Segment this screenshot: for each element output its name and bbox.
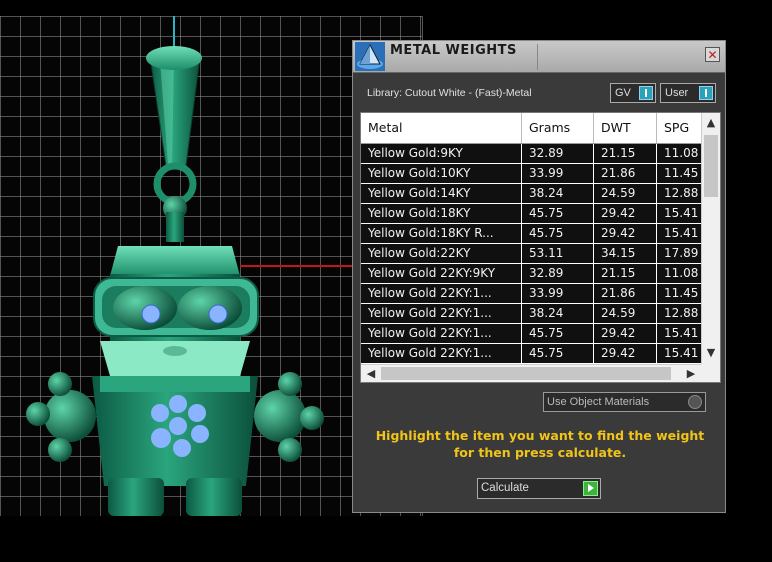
cell-metal: Yellow Gold:10KY xyxy=(361,164,522,183)
column-header-dwt[interactable]: DWT xyxy=(594,113,657,143)
vertical-scrollbar[interactable]: ▲ ▼ xyxy=(701,113,720,364)
use-object-materials-label: Use Object Materials xyxy=(547,396,650,408)
instructions-line-1: Highlight the item you want to find the … xyxy=(375,428,705,443)
cell-spg: 12.88 xyxy=(664,186,699,200)
cell-dwt: 24.59 xyxy=(594,304,657,323)
cell-dwt: 29.42 xyxy=(594,204,657,223)
cell-spg: 12.88 xyxy=(664,306,699,320)
cell-metal: Yellow Gold:22KY xyxy=(361,244,522,263)
cell-spg: 15.41 xyxy=(664,206,699,220)
cell-grams: 33.99 xyxy=(522,284,594,303)
cell-metal: Yellow Gold 22KY:1... xyxy=(361,324,522,343)
column-header-grams[interactable]: Grams xyxy=(522,113,594,143)
cell-metal: Yellow Gold 22KY:1... xyxy=(361,344,522,363)
cell-metal: Yellow Gold:18KY xyxy=(361,204,522,223)
cell-dwt: 29.42 xyxy=(594,324,657,343)
cell-grams: 45.75 xyxy=(522,204,594,223)
scroll-right-icon[interactable]: ▶ xyxy=(683,365,699,382)
gv-toggle-label: GV xyxy=(615,87,631,99)
cell-grams: 45.75 xyxy=(522,224,594,243)
cell-spg: 11.45 xyxy=(664,286,699,300)
cell-dwt: 24.59 xyxy=(594,184,657,203)
cell-spg: 11.45 xyxy=(664,166,699,180)
instructions-text: Highlight the item you want to find the … xyxy=(363,427,717,461)
table-row[interactable]: Yellow Gold:9KY 32.89 21.15 11.08 xyxy=(361,144,701,164)
rhino-pyramid-icon xyxy=(355,42,385,71)
table-row[interactable]: Yellow Gold 22KY:1... 33.99 21.86 11.45 xyxy=(361,284,701,304)
radio-circle-icon xyxy=(688,395,702,409)
cell-grams: 32.89 xyxy=(522,144,594,163)
user-toggle-label: User xyxy=(665,87,689,99)
scroll-corner xyxy=(701,364,720,382)
title-divider xyxy=(537,44,538,70)
table-row[interactable]: Yellow Gold:10KY 33.99 21.86 11.45 xyxy=(361,164,701,184)
column-header-metal[interactable]: Metal xyxy=(361,113,522,143)
cell-metal: Yellow Gold 22KY:9KY xyxy=(361,264,522,283)
user-toggle[interactable]: User xyxy=(660,83,716,103)
table-row[interactable]: Yellow Gold 22KY:1... 38.24 24.59 12.88 xyxy=(361,304,701,324)
calculate-button[interactable]: Calculate xyxy=(477,478,601,499)
gv-toggle-knob-icon xyxy=(639,86,653,100)
table-row[interactable]: Yellow Gold:18KY 45.75 29.42 15.41 xyxy=(361,204,701,224)
cell-dwt: 21.86 xyxy=(594,164,657,183)
table-body: Yellow Gold:9KY 32.89 21.15 11.08 Yellow Gol… xyxy=(361,144,701,364)
cell-metal: Yellow Gold 22KY:1... xyxy=(361,304,522,323)
cell-dwt: 34.15 xyxy=(594,244,657,263)
scroll-left-icon[interactable]: ◀ xyxy=(363,365,379,382)
cell-grams: 33.99 xyxy=(522,164,594,183)
cell-spg: 15.41 xyxy=(664,226,699,240)
cell-dwt: 21.15 xyxy=(594,264,657,283)
table-row[interactable]: Yellow Gold:22KY 53.11 34.15 17.89 xyxy=(361,244,701,264)
cell-spg: 11.08 xyxy=(664,266,699,280)
table-row[interactable]: Yellow Gold 22KY:9KY 32.89 21.15 11.08 xyxy=(361,264,701,284)
cell-spg: 17.89 xyxy=(664,246,699,260)
metal-weights-dialog: METAL WEIGHTS ✕ Library: Cutout White - … xyxy=(352,40,726,513)
table-header: Metal Grams DWT SPG xyxy=(361,113,701,144)
cell-grams: 45.75 xyxy=(522,324,594,343)
cell-dwt: 21.15 xyxy=(594,144,657,163)
user-toggle-knob-icon xyxy=(699,86,713,100)
close-button[interactable]: ✕ xyxy=(705,47,720,62)
table-row[interactable]: Yellow Gold 22KY:1... 45.75 29.42 15.41 xyxy=(361,344,701,364)
horizontal-scroll-thumb[interactable] xyxy=(381,367,671,380)
scroll-up-icon[interactable]: ▲ xyxy=(702,115,720,131)
scroll-down-icon[interactable]: ▼ xyxy=(702,345,720,361)
cell-metal: Yellow Gold:9KY xyxy=(361,144,522,163)
table-row[interactable]: Yellow Gold:14KY 38.24 24.59 12.88 xyxy=(361,184,701,204)
table-row[interactable]: Yellow Gold 22KY:1... 45.75 29.42 15.41 xyxy=(361,324,701,344)
dialog-title: METAL WEIGHTS xyxy=(390,43,517,58)
table-row[interactable]: Yellow Gold:18KY R... 45.75 29.42 15.41 xyxy=(361,224,701,244)
cell-grams: 38.24 xyxy=(522,184,594,203)
use-object-materials-toggle[interactable]: Use Object Materials xyxy=(543,392,706,412)
gv-toggle[interactable]: GV xyxy=(610,83,656,103)
cell-metal: Yellow Gold 22KY:1... xyxy=(361,284,522,303)
cell-metal: Yellow Gold:14KY xyxy=(361,184,522,203)
cell-grams: 53.11 xyxy=(522,244,594,263)
cell-dwt: 29.42 xyxy=(594,344,657,363)
cell-spg: 11.08 xyxy=(664,146,699,160)
dialog-titlebar[interactable]: METAL WEIGHTS ✕ xyxy=(353,41,725,73)
cell-spg: 15.41 xyxy=(664,346,699,360)
metals-table[interactable]: Metal Grams DWT SPG Yellow Gold:9KY 32.89… xyxy=(360,112,721,383)
vertical-scroll-thumb[interactable] xyxy=(704,135,718,197)
cell-grams: 45.75 xyxy=(522,344,594,363)
library-label: Library: Cutout White - (Fast)-Metal xyxy=(367,87,532,99)
calculate-label: Calculate xyxy=(481,482,529,494)
horizontal-scrollbar[interactable]: ◀ ▶ xyxy=(361,364,701,382)
cell-dwt: 29.42 xyxy=(594,224,657,243)
cell-dwt: 21.86 xyxy=(594,284,657,303)
cell-metal: Yellow Gold:18KY R... xyxy=(361,224,522,243)
play-icon xyxy=(583,481,598,496)
instructions-line-2: for then press calculate. xyxy=(453,445,627,460)
cell-grams: 32.89 xyxy=(522,264,594,283)
cell-grams: 38.24 xyxy=(522,304,594,323)
cell-spg: 15.41 xyxy=(664,326,699,340)
